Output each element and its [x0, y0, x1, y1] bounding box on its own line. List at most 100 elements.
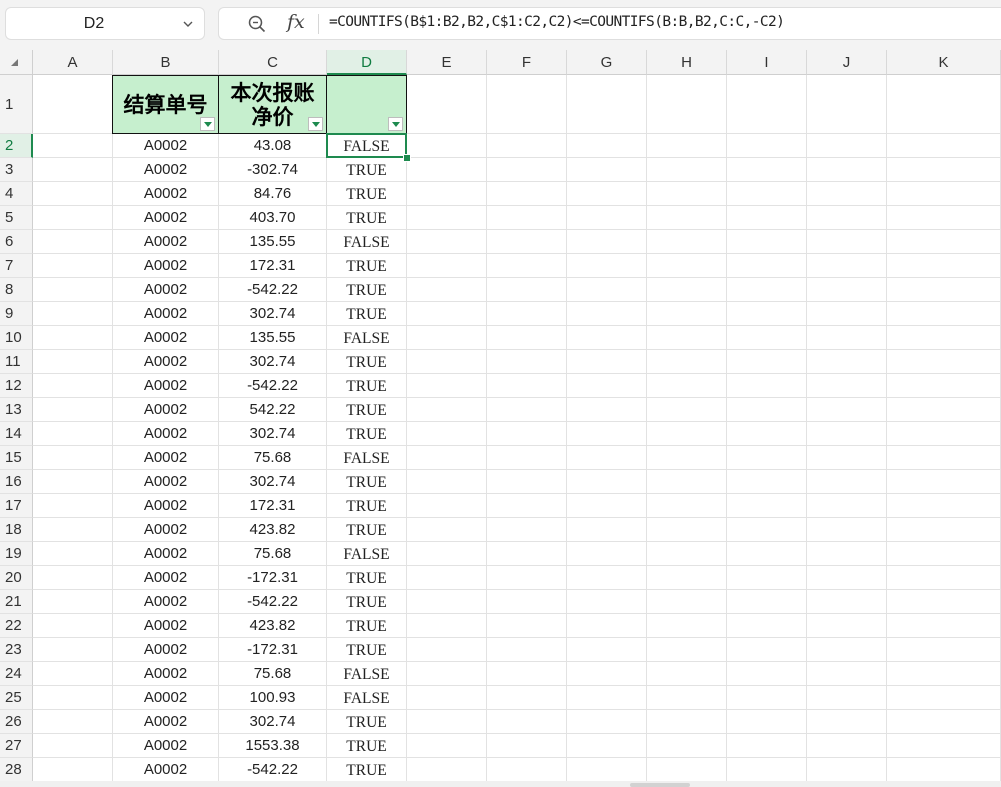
cell-i7[interactable]: [727, 254, 807, 278]
cell-a7[interactable]: [33, 254, 113, 278]
cell-h15[interactable]: [647, 446, 727, 470]
cell-e24[interactable]: [407, 662, 487, 686]
cell-settlement-no[interactable]: A0002: [113, 662, 219, 686]
cell-net-price[interactable]: 403.70: [219, 206, 327, 230]
cell-e8[interactable]: [407, 278, 487, 302]
cell-f5[interactable]: [487, 206, 567, 230]
row-header-2[interactable]: 2: [0, 134, 33, 158]
cell-j13[interactable]: [807, 398, 887, 422]
cell-f4[interactable]: [487, 182, 567, 206]
horizontal-scrollbar[interactable]: [630, 783, 690, 787]
cell-h19[interactable]: [647, 542, 727, 566]
cell-j17[interactable]: [807, 494, 887, 518]
cell-a1[interactable]: [33, 75, 113, 134]
filter-dropdown-icon-d[interactable]: [388, 117, 403, 131]
cell-g27[interactable]: [567, 734, 647, 758]
row-header-18[interactable]: 18: [0, 518, 33, 542]
cell-a14[interactable]: [33, 422, 113, 446]
cell-f7[interactable]: [487, 254, 567, 278]
column-header-g[interactable]: G: [567, 50, 647, 75]
cell-countifs-result[interactable]: TRUE: [327, 518, 407, 542]
cell-g10[interactable]: [567, 326, 647, 350]
cell-countifs-result[interactable]: TRUE: [327, 494, 407, 518]
cell-i10[interactable]: [727, 326, 807, 350]
column-header-c[interactable]: C: [219, 50, 327, 75]
cell-net-price[interactable]: 423.82: [219, 614, 327, 638]
cell-h13[interactable]: [647, 398, 727, 422]
cell-j24[interactable]: [807, 662, 887, 686]
cell-countifs-result[interactable]: FALSE: [327, 326, 407, 350]
cell-j15[interactable]: [807, 446, 887, 470]
cell-h2[interactable]: [647, 134, 727, 158]
cell-h5[interactable]: [647, 206, 727, 230]
cell-k10[interactable]: [887, 326, 1001, 350]
row-header-22[interactable]: 22: [0, 614, 33, 638]
cell-k1[interactable]: [887, 75, 1001, 134]
cell-k23[interactable]: [887, 638, 1001, 662]
row-header-26[interactable]: 26: [0, 710, 33, 734]
cell-settlement-no[interactable]: A0002: [113, 302, 219, 326]
cell-g17[interactable]: [567, 494, 647, 518]
cell-j14[interactable]: [807, 422, 887, 446]
cell-k6[interactable]: [887, 230, 1001, 254]
cell-j11[interactable]: [807, 350, 887, 374]
cell-g18[interactable]: [567, 518, 647, 542]
zoom-formula-icon[interactable]: [247, 14, 267, 34]
cell-g15[interactable]: [567, 446, 647, 470]
cell-a12[interactable]: [33, 374, 113, 398]
formula-text[interactable]: =COUNTIFS(B$1:B2,B2,C$1:C2,C2)<=COUNTIFS…: [329, 14, 785, 30]
cell-net-price[interactable]: 75.68: [219, 542, 327, 566]
cell-settlement-no[interactable]: A0002: [113, 374, 219, 398]
cell-g11[interactable]: [567, 350, 647, 374]
row-header-13[interactable]: 13: [0, 398, 33, 422]
cell-k12[interactable]: [887, 374, 1001, 398]
cell-i20[interactable]: [727, 566, 807, 590]
cell-net-price[interactable]: 302.74: [219, 710, 327, 734]
formula-input[interactable]: fx =COUNTIFS(B$1:B2,B2,C$1:C2,C2)<=COUNT…: [218, 7, 1001, 40]
cell-g9[interactable]: [567, 302, 647, 326]
cell-a9[interactable]: [33, 302, 113, 326]
cell-a8[interactable]: [33, 278, 113, 302]
cell-countifs-result[interactable]: FALSE: [327, 662, 407, 686]
fx-icon[interactable]: fx: [287, 11, 305, 33]
cell-countifs-result[interactable]: TRUE: [327, 158, 407, 182]
cell-k17[interactable]: [887, 494, 1001, 518]
cell-countifs-result[interactable]: TRUE: [327, 302, 407, 326]
column-header-j[interactable]: J: [807, 50, 887, 75]
cell-countifs-result[interactable]: TRUE: [327, 470, 407, 494]
cell-j2[interactable]: [807, 134, 887, 158]
cell-j7[interactable]: [807, 254, 887, 278]
cell-j20[interactable]: [807, 566, 887, 590]
cell-settlement-no[interactable]: A0002: [113, 422, 219, 446]
cell-j8[interactable]: [807, 278, 887, 302]
cell-f12[interactable]: [487, 374, 567, 398]
cell-j23[interactable]: [807, 638, 887, 662]
cell-e18[interactable]: [407, 518, 487, 542]
cell-h26[interactable]: [647, 710, 727, 734]
cell-a23[interactable]: [33, 638, 113, 662]
cell-a28[interactable]: [33, 758, 113, 782]
cell-e13[interactable]: [407, 398, 487, 422]
cell-g7[interactable]: [567, 254, 647, 278]
cell-j28[interactable]: [807, 758, 887, 782]
cell-h3[interactable]: [647, 158, 727, 182]
cell-g20[interactable]: [567, 566, 647, 590]
row-header-20[interactable]: 20: [0, 566, 33, 590]
cell-net-price[interactable]: 423.82: [219, 518, 327, 542]
column-header-h[interactable]: H: [647, 50, 727, 75]
cell-e1[interactable]: [407, 75, 487, 134]
cell-f11[interactable]: [487, 350, 567, 374]
cell-countifs-result[interactable]: TRUE: [327, 614, 407, 638]
cell-g19[interactable]: [567, 542, 647, 566]
column-header-a[interactable]: A: [33, 50, 113, 75]
row-header-23[interactable]: 23: [0, 638, 33, 662]
column-header-k[interactable]: K: [887, 50, 1001, 75]
cell-e14[interactable]: [407, 422, 487, 446]
cell-j12[interactable]: [807, 374, 887, 398]
column-header-i[interactable]: I: [727, 50, 807, 75]
row-header-21[interactable]: 21: [0, 590, 33, 614]
cell-k5[interactable]: [887, 206, 1001, 230]
cell-f21[interactable]: [487, 590, 567, 614]
cell-i27[interactable]: [727, 734, 807, 758]
cell-e28[interactable]: [407, 758, 487, 782]
